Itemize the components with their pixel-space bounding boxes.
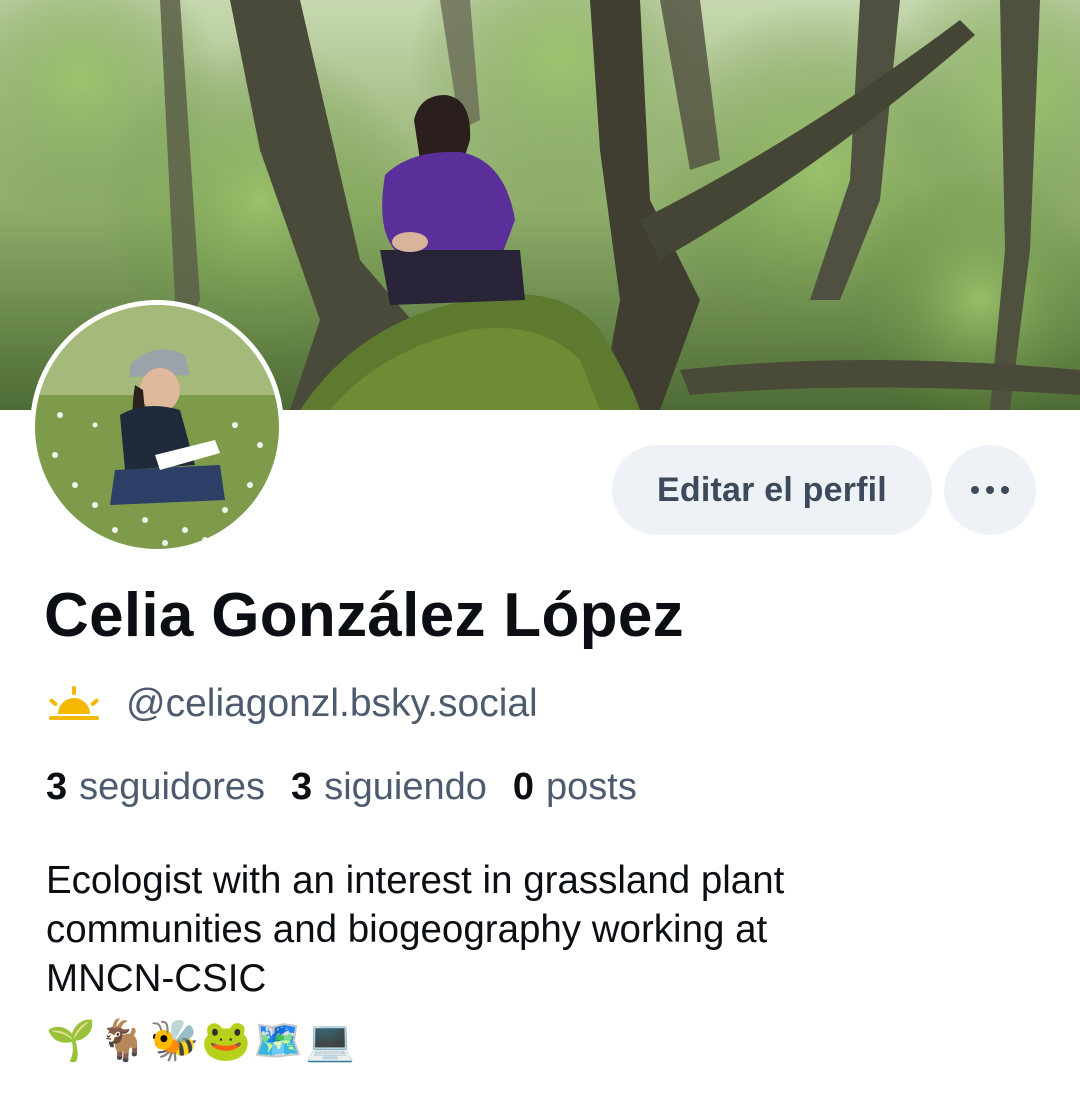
followers-label: seguidores (79, 766, 266, 808)
following-label: siguiendo (324, 766, 487, 808)
profile-handle[interactable]: @celiagonzl.bsky.social (126, 682, 538, 726)
more-options-button[interactable] (944, 445, 1036, 535)
handle-row: @celiagonzl.bsky.social (46, 680, 538, 728)
bio-line: MNCN-CSIC (46, 957, 267, 1000)
ellipsis-icon (968, 486, 1013, 494)
avatar-photo (35, 305, 279, 549)
followers-stat[interactable]: 3 seguidores (46, 766, 265, 809)
bio-line: Ecologist with an interest in grassland … (46, 859, 785, 902)
posts-label: posts (546, 766, 637, 808)
following-stat[interactable]: 3 siguiendo (291, 766, 487, 809)
bio-emojis: 🌱🐐🐝🐸🗺️💻 (46, 1018, 357, 1064)
profile-bio: Ecologist with an interest in grassland … (46, 856, 986, 1003)
profile-stats: 3 seguidores 3 siguiendo 0 posts (46, 766, 663, 809)
followers-count: 3 (46, 766, 68, 808)
following-count: 3 (291, 766, 313, 808)
edit-profile-button[interactable]: Editar el perfil (612, 445, 932, 535)
bio-line: communities and biogeography working at (46, 908, 768, 951)
sunrise-icon (49, 686, 99, 720)
profile-avatar[interactable] (30, 300, 284, 554)
posts-count: 0 (512, 766, 535, 808)
posts-stat: 0 posts (513, 766, 637, 809)
display-name: Celia González López (44, 581, 684, 650)
